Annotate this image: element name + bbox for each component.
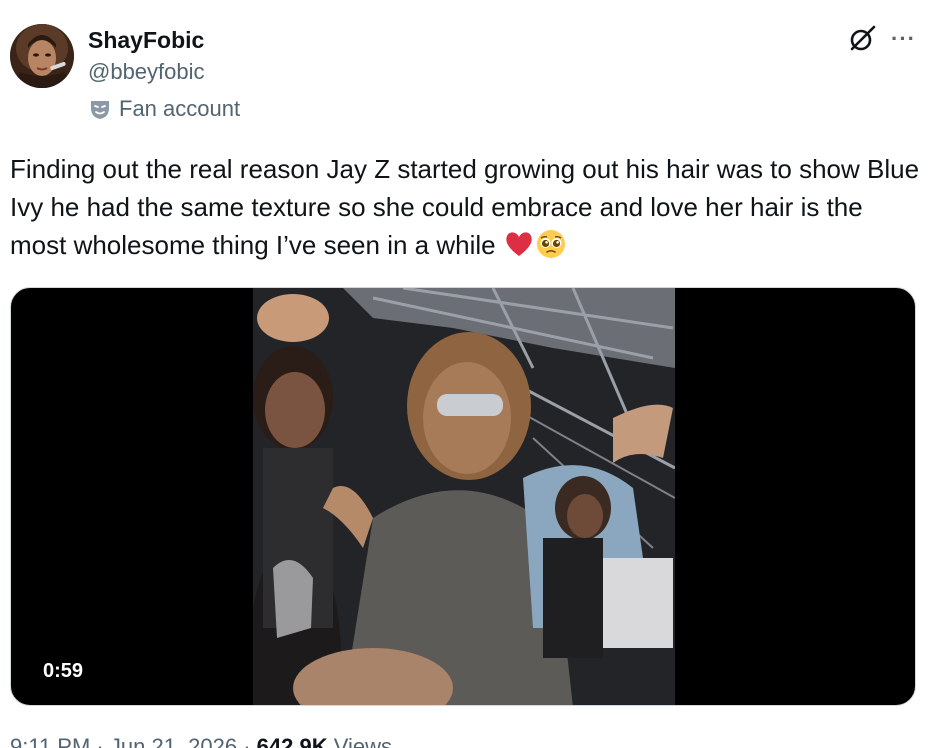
tweet-date[interactable]: Jun 21, 2026: [110, 734, 237, 748]
affiliation-text: Fan account: [119, 96, 241, 121]
tweet-body: Finding out the real reason Jay Z starte…: [10, 154, 920, 260]
author-avatar[interactable]: [10, 24, 74, 88]
meta-separator: ·: [237, 734, 257, 748]
pleading-face-emoji-icon: [536, 230, 565, 258]
avatar-image: [10, 24, 74, 88]
more-options-button[interactable]: ···: [891, 24, 916, 54]
views-label: Views: [327, 734, 393, 748]
tweet-top-actions: ···: [847, 24, 916, 54]
tweet-text: Finding out the real reason Jay Z starte…: [10, 150, 922, 264]
tweet-metadata: 9:11 PM · Jun 21, 2026 · 642.9K Views: [10, 733, 392, 748]
author-handle[interactable]: @bbeyfobic: [88, 58, 205, 86]
video-frame: [253, 288, 675, 705]
red-heart-emoji-icon: [506, 232, 532, 256]
video-duration-badge: 0:59: [33, 655, 94, 687]
author-display-name[interactable]: ShayFobic: [88, 26, 204, 54]
theater-mask-icon: [91, 101, 109, 119]
video-player[interactable]: 0:59: [10, 287, 916, 706]
grok-icon[interactable]: [847, 24, 877, 54]
video-thumbnail: [253, 288, 675, 705]
meta-separator: ·: [90, 734, 110, 748]
affiliation-label: Fan account: [88, 95, 240, 123]
tweet-card: ShayFobic @bbeyfobic Fan account ··· Fin…: [0, 0, 932, 748]
tweet-time[interactable]: 9:11 PM: [10, 734, 90, 748]
views-count[interactable]: 642.9K: [257, 734, 328, 748]
